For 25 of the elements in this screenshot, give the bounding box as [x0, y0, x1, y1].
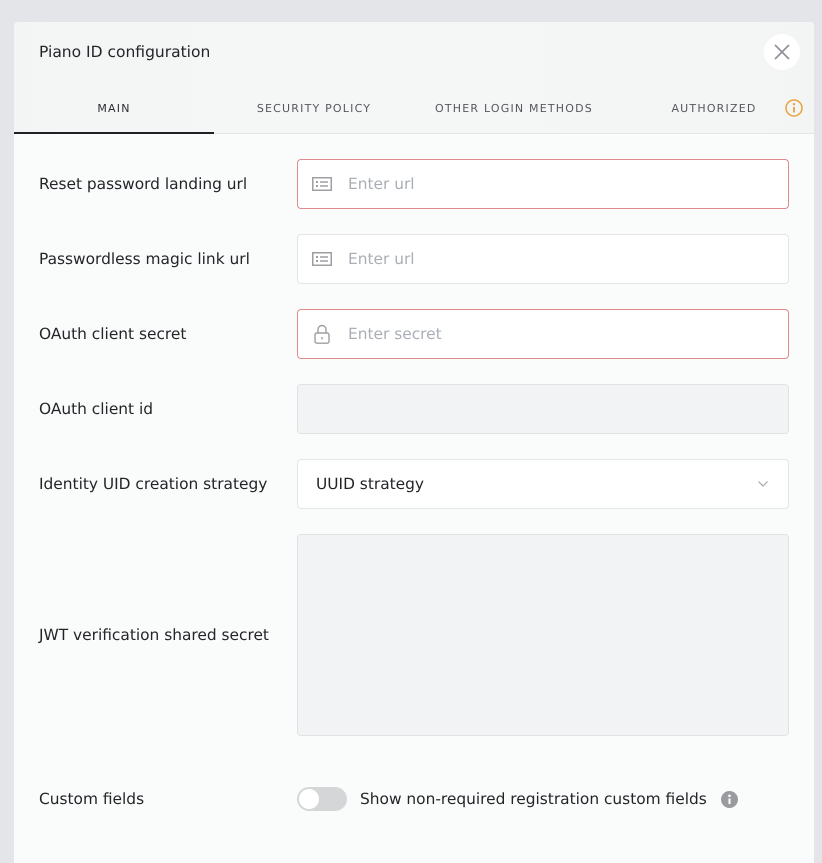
field-label: Reset password landing url — [39, 175, 248, 193]
toggle-switch[interactable] — [297, 787, 347, 811]
tab[interactable]: AUTHORIZED — [614, 88, 814, 134]
select-dropdown[interactable]: UUID strategy — [297, 459, 789, 509]
tab[interactable]: SECURITY POLICY — [214, 88, 414, 134]
lock-icon — [314, 324, 330, 344]
field-label: OAuth client secret — [39, 325, 188, 343]
list-icon — [312, 177, 332, 191]
url-input-field[interactable]: Enter url — [297, 159, 789, 209]
field-label: Passwordless magic link url — [39, 250, 251, 268]
field-label: Custom fields — [39, 790, 146, 808]
close-icon — [774, 44, 790, 60]
chevron-down-icon — [758, 481, 768, 487]
field-label: OAuth client id — [39, 400, 154, 418]
close-button[interactable] — [764, 34, 800, 70]
info-icon[interactable] — [720, 790, 738, 808]
tab[interactable]: OTHER LOGIN METHODS — [414, 88, 614, 134]
toggle-label: Show non-required registration custom fields — [360, 790, 707, 808]
info-icon[interactable] — [785, 99, 803, 117]
secret-input-field[interactable]: Enter secret — [297, 309, 789, 359]
list-icon — [312, 252, 332, 266]
dialog-title: Piano ID configuration — [39, 43, 210, 61]
tab[interactable]: MAIN — [14, 88, 214, 134]
field-label: JWT verification shared secret — [39, 626, 270, 644]
field-label: Identity UID creation strategy — [39, 475, 268, 493]
